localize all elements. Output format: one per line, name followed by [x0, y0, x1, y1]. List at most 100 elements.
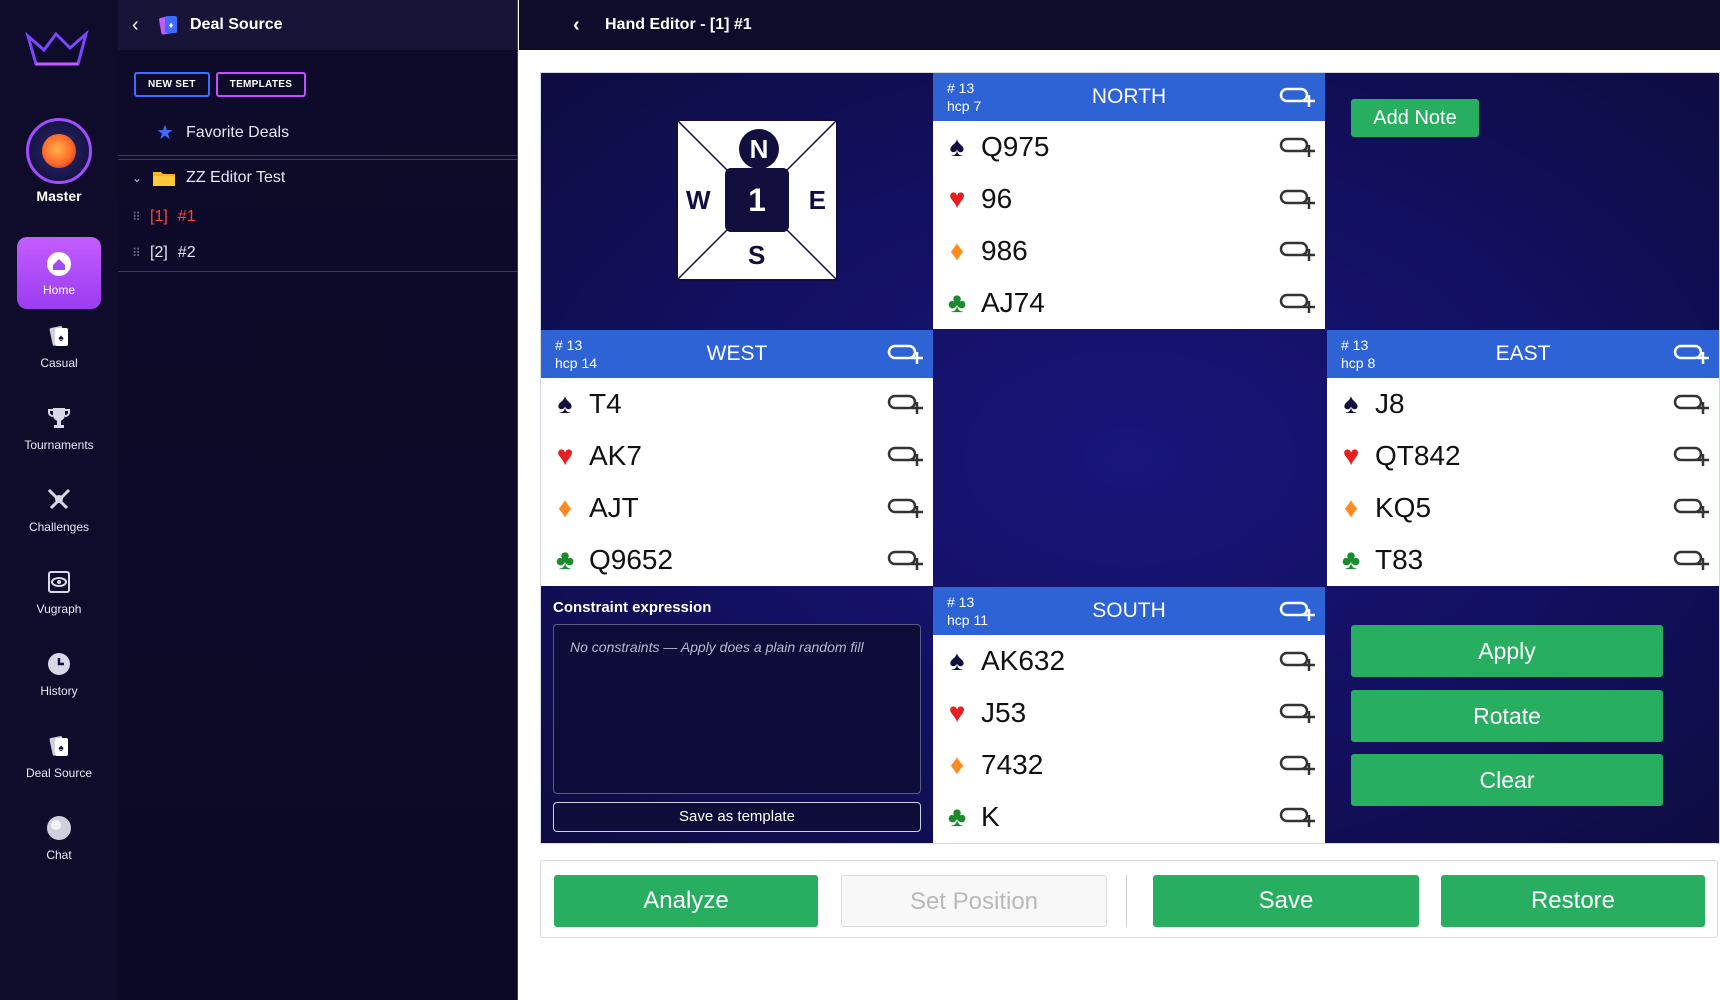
- set-position-button[interactable]: Set Position: [841, 875, 1107, 927]
- nav-home[interactable]: Home: [17, 237, 101, 309]
- save-template-button[interactable]: Save as template: [553, 802, 921, 832]
- nav-vugraph[interactable]: Vugraph: [0, 568, 118, 616]
- rotate-button[interactable]: Rotate: [1351, 690, 1663, 742]
- board-number: 1: [725, 168, 789, 232]
- link-add-icon[interactable]: [1279, 187, 1317, 211]
- nav-challenges[interactable]: Challenges: [0, 486, 118, 534]
- new-set-button[interactable]: NEW SET: [134, 72, 210, 97]
- drag-handle-icon[interactable]: ⠿: [132, 246, 150, 260]
- link-add-icon[interactable]: [1279, 805, 1317, 829]
- link-add-icon[interactable]: [1279, 753, 1317, 777]
- bottom-action-bar: Analyze Set Position Save Restore: [540, 860, 1718, 938]
- suit-row-spades[interactable]: ♠ Q975: [933, 121, 1325, 173]
- save-button[interactable]: Save: [1153, 875, 1419, 927]
- clear-button[interactable]: Clear: [1351, 754, 1663, 806]
- suit-cards: AK632: [981, 645, 1066, 676]
- add-note-button[interactable]: Add Note: [1351, 99, 1479, 137]
- nav-history[interactable]: History: [0, 650, 118, 698]
- nav-chat-label: Chat: [46, 848, 72, 862]
- hand-name: WEST: [706, 342, 768, 365]
- link-add-icon[interactable]: [1673, 548, 1711, 572]
- suit-row-spades[interactable]: ♠ J8: [1327, 378, 1719, 430]
- suit-row-clubs[interactable]: ♣ T83: [1327, 534, 1719, 586]
- hand-header: # 13 hcp 11 SOUTH: [933, 587, 1325, 635]
- nav-vugraph-label: Vugraph: [36, 602, 82, 616]
- folder-item[interactable]: ⌄ ZZ Editor Test: [118, 160, 518, 196]
- divider: [118, 271, 518, 272]
- link-add-icon[interactable]: [887, 342, 925, 366]
- drag-handle-icon[interactable]: ⠿: [132, 210, 150, 224]
- link-add-icon[interactable]: [1279, 239, 1317, 263]
- link-add-icon[interactable]: [1673, 444, 1711, 468]
- back-chevron-icon[interactable]: ‹: [573, 14, 595, 37]
- nav-tournaments[interactable]: Tournaments: [0, 404, 118, 452]
- club-icon: ♣: [947, 287, 967, 318]
- templates-button[interactable]: TEMPLATES: [215, 72, 307, 97]
- cards-icon: ♠: [49, 326, 68, 346]
- apply-button[interactable]: Apply: [1351, 625, 1663, 677]
- dragon-avatar-icon: [42, 134, 76, 168]
- nav-deal-source-label: Deal Source: [25, 766, 93, 780]
- panel-header: ‹ ♦ Deal Source: [118, 0, 517, 50]
- hand-header: # 13 hcp 14 WEST: [541, 330, 933, 378]
- suit-row-diamonds[interactable]: ♦ 7432: [933, 739, 1325, 791]
- constraint-input[interactable]: No constraints — Apply does a plain rand…: [553, 624, 921, 794]
- chevron-down-icon[interactable]: ⌄: [132, 171, 142, 185]
- restore-button[interactable]: Restore: [1441, 875, 1705, 927]
- back-chevron-icon[interactable]: ‹: [132, 14, 154, 37]
- cards-icon: ♦: [159, 16, 177, 35]
- hand-header: # 13 hcp 7 NORTH: [933, 73, 1325, 121]
- link-add-icon[interactable]: [1673, 342, 1711, 366]
- app-root: Master Home ♠ Casual Tournaments Challen…: [0, 0, 1720, 1000]
- deal-item-1[interactable]: ⠿ [1] #1: [118, 201, 518, 233]
- clock-icon: [48, 653, 70, 675]
- nav-chat[interactable]: Chat: [0, 814, 118, 862]
- eye-icon: [48, 571, 70, 593]
- diamond-icon: ♦: [1343, 492, 1359, 523]
- link-add-icon[interactable]: [1279, 135, 1317, 159]
- user-avatar[interactable]: [26, 118, 92, 184]
- link-add-icon[interactable]: [1279, 599, 1317, 623]
- deal-item-2[interactable]: ⠿ [2] #2: [118, 237, 518, 269]
- cards-icon: ♠: [49, 736, 68, 756]
- hand-name: EAST: [1495, 342, 1551, 365]
- link-add-icon[interactable]: [1673, 496, 1711, 520]
- link-add-icon[interactable]: [1279, 291, 1317, 315]
- hand-editor-main: ‹ Hand Editor - [1] #1 N W E S 1 # 13 hcp…: [519, 0, 1720, 1000]
- nav-casual[interactable]: ♠ Casual: [0, 322, 118, 370]
- suit-row-clubs[interactable]: ♣ AJ74: [933, 277, 1325, 329]
- suit-row-hearts[interactable]: ♥ AK7: [541, 430, 933, 482]
- suit-row-spades[interactable]: ♠ AK632: [933, 635, 1325, 687]
- suit-row-clubs[interactable]: ♣ K: [933, 791, 1325, 843]
- crown-logo-icon[interactable]: [22, 24, 92, 72]
- suit-row-diamonds[interactable]: ♦ AJT: [541, 482, 933, 534]
- deal-name: #1: [177, 208, 196, 225]
- favorite-deals-item[interactable]: ★ Favorite Deals: [118, 110, 518, 156]
- constraint-panel: Constraint expression No constraints — A…: [541, 587, 933, 845]
- link-add-icon[interactable]: [1279, 85, 1317, 109]
- link-add-icon[interactable]: [1279, 649, 1317, 673]
- suit-row-spades[interactable]: ♠ T4: [541, 378, 933, 430]
- link-add-icon[interactable]: [1279, 701, 1317, 725]
- compass-north: N: [739, 129, 779, 169]
- link-add-icon[interactable]: [887, 444, 925, 468]
- suit-row-hearts[interactable]: ♥ 96: [933, 173, 1325, 225]
- nav-casual-label: Casual: [40, 356, 78, 370]
- suit-row-clubs[interactable]: ♣ Q9652: [541, 534, 933, 586]
- spade-icon: ♠: [1343, 388, 1359, 419]
- suit-cards: K: [981, 801, 1000, 832]
- hand-north: # 13 hcp 7 NORTH ♠ Q975 ♥ 96 ♦ 986 ♣ AJ74: [933, 73, 1325, 329]
- suit-row-diamonds[interactable]: ♦ KQ5: [1327, 482, 1719, 534]
- deal-tag: [1]: [150, 208, 168, 225]
- heart-icon: ♥: [1342, 440, 1360, 471]
- link-add-icon[interactable]: [887, 392, 925, 416]
- suit-row-hearts[interactable]: ♥ J53: [933, 687, 1325, 739]
- link-add-icon[interactable]: [887, 496, 925, 520]
- suit-row-hearts[interactable]: ♥ QT842: [1327, 430, 1719, 482]
- suit-row-diamonds[interactable]: ♦ 986: [933, 225, 1325, 277]
- svg-text:♦: ♦: [169, 20, 174, 30]
- nav-deal-source[interactable]: ♠ Deal Source: [0, 732, 118, 780]
- link-add-icon[interactable]: [887, 548, 925, 572]
- link-add-icon[interactable]: [1673, 392, 1711, 416]
- analyze-button[interactable]: Analyze: [554, 875, 818, 927]
